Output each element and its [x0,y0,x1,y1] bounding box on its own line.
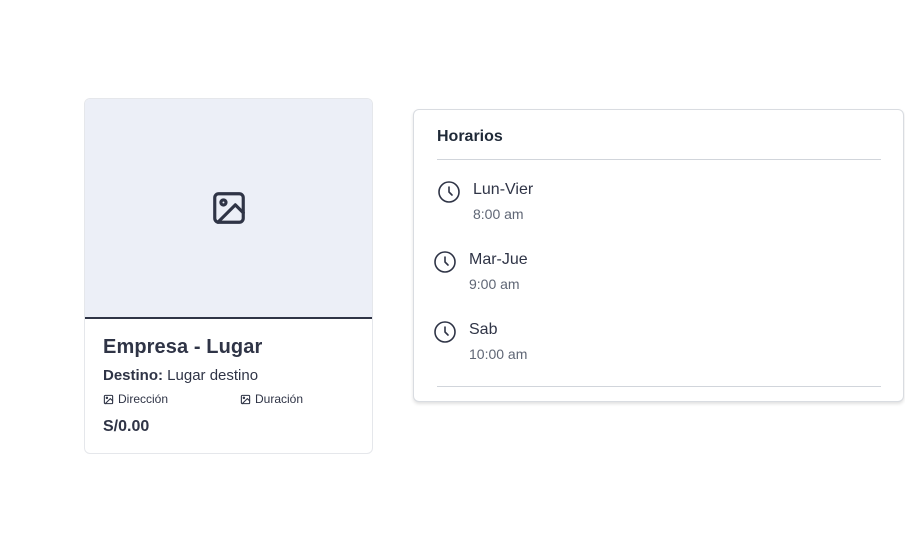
card-price: S/0.00 [103,418,150,435]
clock-icon [433,320,457,344]
divider [437,159,881,160]
card-meta: Dirección Duración [103,391,354,407]
schedule-title: Horarios [437,128,503,145]
image-placeholder-icon [210,189,248,227]
clock-icon [433,250,457,274]
duration-info: Duración [240,391,303,407]
address-label: Dirección [118,392,169,406]
place-card[interactable]: Empresa - Lugar Destino: Lugar destino D… [84,98,373,454]
schedule-panel: Horarios Lun-Vier 8:00 am Mar-Jue 9:00 a… [413,109,904,402]
schedule-time: 8:00 am [473,206,524,222]
schedule-day: Sab [469,321,498,338]
schedule-day: Mar-Jue [469,251,528,268]
card-image-placeholder [85,99,372,319]
card-title: Empresa - Lugar [103,336,263,358]
destination-value: Lugar destino [167,367,259,384]
schedule-item: Sab 10:00 am [433,320,527,363]
schedule-time: 10:00 am [469,346,528,362]
schedule-time: 9:00 am [469,276,520,292]
image-icon [240,394,251,405]
address-info: Dirección [103,391,240,407]
duration-label: Duración [255,392,304,406]
destination-label: Destino: [103,367,163,384]
card-body: Empresa - Lugar Destino: Lugar destino D… [85,319,372,437]
divider [437,386,881,387]
schedule-day: Lun-Vier [473,181,534,198]
schedule-item: Lun-Vier 8:00 am [437,180,533,223]
card-destination: Destino: Lugar destino [103,366,354,386]
clock-icon [437,180,461,204]
image-icon [103,394,114,405]
page: Empresa - Lugar Destino: Lugar destino D… [0,0,905,554]
schedule-item: Mar-Jue 9:00 am [433,250,528,293]
